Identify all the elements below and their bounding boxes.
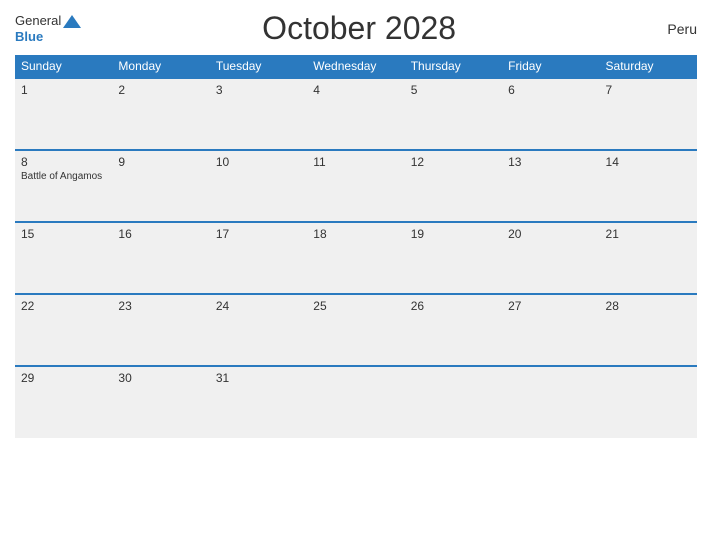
day-number: 8: [21, 155, 106, 169]
calendar-container: General Blue October 2028 Peru Sunday Mo…: [0, 0, 712, 550]
day-cell: [405, 366, 502, 438]
day-number: 17: [216, 227, 301, 241]
day-cell: 10: [210, 150, 307, 222]
day-cell: 20: [502, 222, 599, 294]
day-cell: 30: [112, 366, 209, 438]
day-cell: 2: [112, 78, 209, 150]
week-row-2: 15 16 17 18 19 20 21: [15, 222, 697, 294]
day-number: 12: [411, 155, 496, 169]
day-cell: 21: [600, 222, 697, 294]
day-cell: 18: [307, 222, 404, 294]
day-cell: 19: [405, 222, 502, 294]
week-row-4: 29 30 31: [15, 366, 697, 438]
day-number: 11: [313, 155, 398, 169]
day-number: 1: [21, 83, 106, 97]
day-number: 29: [21, 371, 106, 385]
event-label: Battle of Angamos: [21, 171, 106, 182]
day-number: 15: [21, 227, 106, 241]
week-row-3: 22 23 24 25 26 27 28: [15, 294, 697, 366]
day-cell: [307, 366, 404, 438]
day-cell: 8 Battle of Angamos: [15, 150, 112, 222]
country-label: Peru: [637, 21, 697, 37]
day-cell: [600, 366, 697, 438]
week-row-1: 8 Battle of Angamos 9 10 11 12 13 14: [15, 150, 697, 222]
day-cell: 31: [210, 366, 307, 438]
day-number: 27: [508, 299, 593, 313]
day-number: 10: [216, 155, 301, 169]
day-cell: 9: [112, 150, 209, 222]
day-cell: 22: [15, 294, 112, 366]
day-cell: 27: [502, 294, 599, 366]
header: General Blue October 2028 Peru: [15, 10, 697, 47]
day-number: 18: [313, 227, 398, 241]
day-number: 22: [21, 299, 106, 313]
col-sunday: Sunday: [15, 55, 112, 78]
col-monday: Monday: [112, 55, 209, 78]
day-cell: 11: [307, 150, 404, 222]
day-cell: 12: [405, 150, 502, 222]
day-number: 30: [118, 371, 203, 385]
col-wednesday: Wednesday: [307, 55, 404, 78]
day-cell: 15: [15, 222, 112, 294]
day-number: 24: [216, 299, 301, 313]
logo: General Blue: [15, 13, 81, 44]
day-number: 5: [411, 83, 496, 97]
day-cell: 5: [405, 78, 502, 150]
logo-blue-text: Blue: [15, 29, 43, 45]
week-row-0: 1234567: [15, 78, 697, 150]
calendar-title: October 2028: [81, 10, 637, 47]
calendar-header: Sunday Monday Tuesday Wednesday Thursday…: [15, 55, 697, 78]
day-number: 3: [216, 83, 301, 97]
day-cell: 16: [112, 222, 209, 294]
day-number: 26: [411, 299, 496, 313]
col-thursday: Thursday: [405, 55, 502, 78]
col-tuesday: Tuesday: [210, 55, 307, 78]
day-cell: 14: [600, 150, 697, 222]
day-number: 25: [313, 299, 398, 313]
day-cell: 28: [600, 294, 697, 366]
day-cell: 1: [15, 78, 112, 150]
day-cell: 24: [210, 294, 307, 366]
calendar-body: 12345678Battle of Angamos910111213141516…: [15, 78, 697, 438]
day-cell: 17: [210, 222, 307, 294]
day-cell: 3: [210, 78, 307, 150]
day-cell: 26: [405, 294, 502, 366]
day-number: 21: [606, 227, 691, 241]
day-cell: 23: [112, 294, 209, 366]
col-friday: Friday: [502, 55, 599, 78]
day-cell: 29: [15, 366, 112, 438]
day-cell: [502, 366, 599, 438]
day-number: 6: [508, 83, 593, 97]
day-number: 19: [411, 227, 496, 241]
day-number: 14: [606, 155, 691, 169]
logo-flag-icon: [63, 14, 81, 28]
logo-general-text: General: [15, 13, 61, 29]
day-cell: 4: [307, 78, 404, 150]
day-cell: 13: [502, 150, 599, 222]
day-number: 23: [118, 299, 203, 313]
day-cell: 7: [600, 78, 697, 150]
day-number: 7: [606, 83, 691, 97]
day-number: 28: [606, 299, 691, 313]
day-cell: 6: [502, 78, 599, 150]
calendar-table: Sunday Monday Tuesday Wednesday Thursday…: [15, 55, 697, 438]
col-saturday: Saturday: [600, 55, 697, 78]
day-number: 13: [508, 155, 593, 169]
day-number: 16: [118, 227, 203, 241]
day-number: 20: [508, 227, 593, 241]
day-cell: 25: [307, 294, 404, 366]
day-number: 4: [313, 83, 398, 97]
header-row: Sunday Monday Tuesday Wednesday Thursday…: [15, 55, 697, 78]
day-number: 9: [118, 155, 203, 169]
day-number: 31: [216, 371, 301, 385]
day-number: 2: [118, 83, 203, 97]
